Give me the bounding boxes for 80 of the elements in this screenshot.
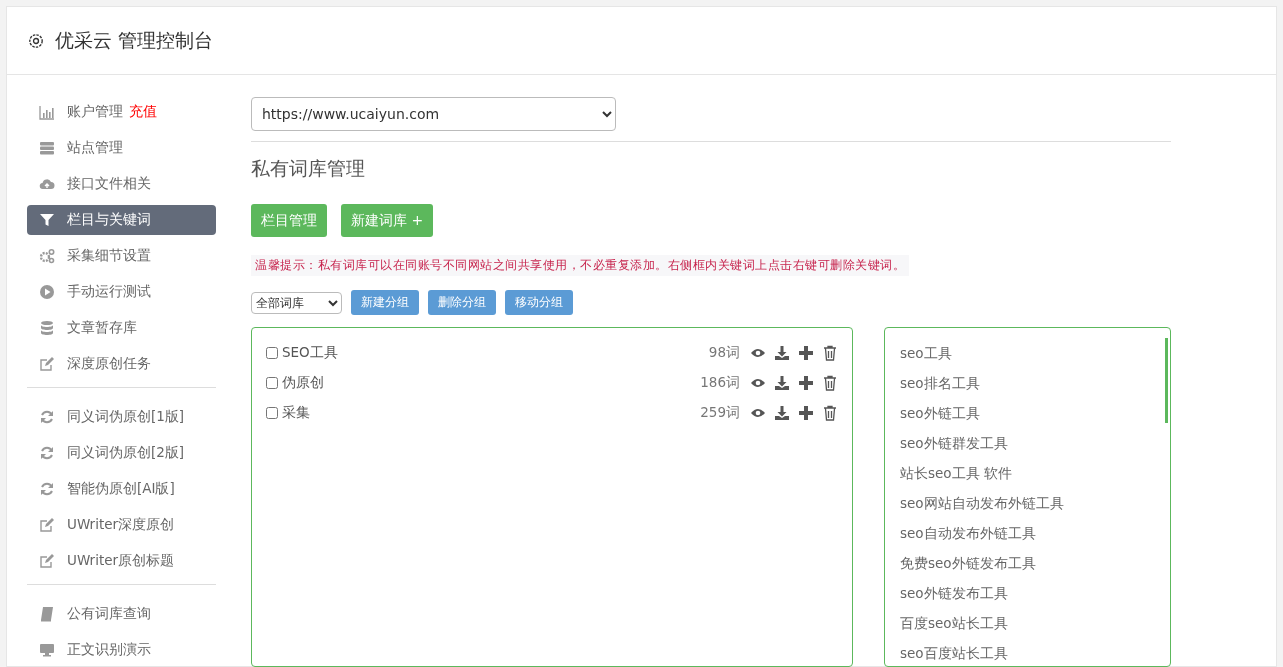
download-icon[interactable] [774, 345, 790, 361]
keyword-item[interactable]: seo自动发布外链工具 [900, 518, 1170, 548]
sidebar-label: 公有词库查询 [67, 605, 151, 623]
refresh-icon [39, 409, 55, 425]
settings-icon [27, 31, 45, 50]
library-checkbox[interactable] [266, 407, 278, 419]
library-checkbox[interactable] [266, 377, 278, 389]
server-icon [39, 140, 55, 156]
library-name: 伪原创 [282, 374, 325, 392]
keyword-item[interactable]: 免费seo外链发布工具 [900, 548, 1170, 578]
sidebar-item[interactable]: 同义词伪原创[2版] [27, 438, 216, 468]
trash-icon[interactable] [822, 375, 838, 391]
filter-icon [39, 212, 55, 228]
scrollbar[interactable] [1165, 338, 1168, 423]
library-checkbox[interactable] [266, 347, 278, 359]
edit-icon [39, 517, 55, 533]
download-icon[interactable] [774, 375, 790, 391]
word-count: 186词 [700, 374, 740, 392]
sidebar-item[interactable]: 站点管理 [27, 133, 216, 163]
edit-icon [39, 553, 55, 569]
sidebar-label: 同义词伪原创[1版] [67, 408, 185, 426]
sidebar-item[interactable]: 采集细节设置 [27, 241, 216, 271]
plus-icon[interactable] [798, 375, 814, 391]
desktop-icon [39, 642, 55, 658]
keyword-item[interactable]: seo外链工具 [900, 398, 1170, 428]
sidebar-label: 采集细节设置 [67, 247, 151, 265]
plus-icon[interactable] [798, 405, 814, 421]
sidebar-item[interactable]: UWriter原创标题 [27, 546, 216, 576]
sidebar-label: 栏目与关键词 [67, 211, 151, 229]
keyword-item[interactable]: seo外链发布工具 [900, 578, 1170, 608]
sidebar-label: 手动运行测试 [67, 283, 151, 301]
sidebar-item[interactable]: 深度原创任务 [27, 349, 216, 379]
download-icon[interactable] [774, 405, 790, 421]
sidebar-item[interactable]: 同义词伪原创[1版] [27, 402, 216, 432]
sidebar-item[interactable]: 正文识别演示 [27, 635, 216, 665]
sidebar-item[interactable]: 账户管理 充值 [27, 97, 216, 127]
keyword-item[interactable]: seo网站自动发布外链工具 [900, 488, 1170, 518]
sidebar-label: 文章暂存库 [67, 319, 137, 337]
keyword-item[interactable]: seo外链群发工具 [900, 428, 1170, 458]
sidebar-label: 同义词伪原创[2版] [67, 444, 185, 462]
library-name: 采集 [282, 404, 311, 422]
word-count: 98词 [708, 344, 740, 362]
sidebar-item[interactable]: 接口文件相关 [27, 169, 216, 199]
site-select[interactable]: https://www.ucaiyun.com [251, 97, 616, 131]
refresh-icon [39, 481, 55, 497]
keyword-item[interactable]: 站长seo工具 软件 [900, 458, 1170, 488]
plus-icon[interactable] [798, 345, 814, 361]
trash-icon[interactable] [822, 405, 838, 421]
sidebar-label: 站点管理 [67, 139, 123, 157]
keyword-item[interactable]: seo工具 [900, 338, 1170, 368]
sidebar-item[interactable]: 智能伪原创[AI版] [27, 474, 216, 504]
recharge-link[interactable]: 充值 [129, 103, 157, 121]
keyword-item[interactable]: seo排名工具 [900, 368, 1170, 398]
sidebar-item[interactable]: 公有词库查询 [27, 599, 216, 629]
database-icon [39, 320, 55, 336]
keyword-item[interactable]: seo百度站长工具 [900, 638, 1170, 667]
sidebar-item[interactable]: 手动运行测试 [27, 277, 216, 307]
sidebar-label: 正文识别演示 [67, 641, 151, 659]
sidebar-label: 深度原创任务 [67, 355, 151, 373]
sidebar-label: 接口文件相关 [67, 175, 151, 193]
edit-icon [39, 356, 55, 372]
tip-text: 温馨提示：私有词库可以在同账号不同网站之间共享使用，不必重复添加。右侧框内关键词上点击右键可删除关键词。 [251, 255, 909, 276]
sidebar-item[interactable]: UWriter深度原创 [27, 510, 216, 540]
refresh-icon [39, 445, 55, 461]
cloud-upload-icon [39, 176, 55, 192]
sidebar-label: UWriter深度原创 [67, 516, 175, 534]
sidebar-label: UWriter原创标题 [67, 552, 175, 570]
keyword-item[interactable]: 百度seo站长工具 [900, 608, 1170, 638]
play-icon [39, 284, 55, 300]
app-title: 优采云 管理控制台 [55, 27, 214, 53]
group-filter-select[interactable]: 全部词库 [251, 291, 342, 314]
library-name: SEO工具 [282, 344, 339, 362]
sidebar-label: 账户管理 [67, 103, 123, 121]
bar-chart-icon [39, 104, 55, 120]
sidebar-item[interactable]: 栏目与关键词 [27, 205, 216, 235]
sidebar-item[interactable]: 文章暂存库 [27, 313, 216, 343]
word-count: 259词 [700, 404, 740, 422]
trash-icon[interactable] [822, 345, 838, 361]
sidebar-label: 智能伪原创[AI版] [67, 480, 175, 498]
section-title: 私有词库管理 [251, 156, 366, 181]
